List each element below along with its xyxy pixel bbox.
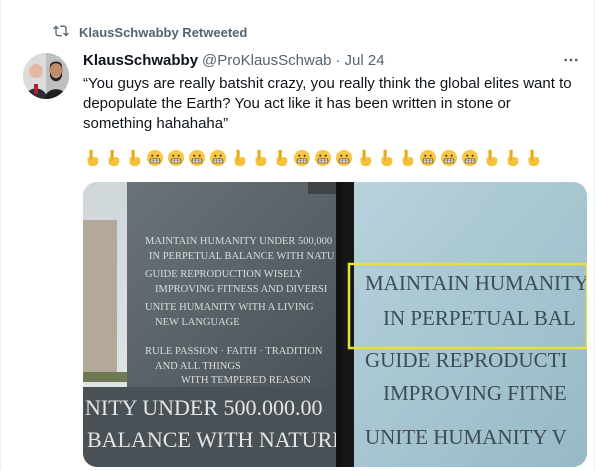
retweet-label: KlausSchwabby Retweeted [79, 24, 248, 40]
grimacing-face-icon [440, 149, 458, 167]
pointing-down-icon [234, 149, 246, 167]
right-photo: MAINTAIN HUMANITY IN PERPETUAL BAL GUIDE… [342, 182, 587, 467]
grimacing-face-icon [209, 149, 227, 167]
tweet-text: “You guys are really batshit crazy, you … [83, 75, 572, 132]
left-photo: MAINTAIN HUMANITY UNDER 500,000 IN PERPE… [83, 182, 346, 467]
pointing-down-icon [255, 149, 267, 167]
tweet-media-image[interactable]: MAINTAIN HUMANITY UNDER 500,000 IN PERPE… [83, 182, 587, 467]
more-button[interactable] [560, 49, 582, 71]
grimacing-face-icon [167, 149, 185, 167]
user-handle[interactable]: @ProKlausSchwab [202, 52, 331, 69]
right-inscription-5: UNITE HUMANITY V [365, 425, 567, 449]
grimacing-face-icon [314, 149, 332, 167]
emoji-row [83, 148, 543, 168]
left-inscription-6: NEW LANGUAGE [155, 317, 240, 328]
left-inscription-2: IN PERPETUAL BALANCE WITH NATU [149, 251, 335, 262]
tweet-timestamp[interactable]: Jul 24 [345, 52, 385, 69]
right-inscription-3: GUIDE REPRODUCTI [365, 348, 567, 372]
grimacing-face-icon [293, 149, 311, 167]
retweet-icon [53, 23, 69, 42]
grimacing-face-icon [188, 149, 206, 167]
grimacing-face-icon [419, 149, 437, 167]
pointing-down-icon [402, 149, 414, 167]
pointing-down-icon [87, 149, 99, 167]
more-icon [564, 58, 578, 62]
pointing-down-icon [507, 149, 519, 167]
left-zoom-line-2: BALANCE WITH NATURE [87, 427, 346, 452]
grimacing-face-icon [335, 149, 353, 167]
pointing-down-icon [129, 149, 141, 167]
pointing-down-icon [486, 149, 498, 167]
left-inscription-1: MAINTAIN HUMANITY UNDER 500,000 [145, 236, 332, 247]
tweet-card[interactable]: KlausSchwabby Retweeted KlausSchwabby @P… [0, 0, 595, 471]
left-zoom-line-1: NITY UNDER 500.000.00 [85, 395, 323, 420]
pointing-down-icon [108, 149, 120, 167]
right-inscription-1: MAINTAIN HUMANITY [365, 271, 587, 295]
tweet-header: KlausSchwabby @ProKlausSchwab · Jul 24 [83, 50, 578, 70]
left-inscription-3: GUIDE REPRODUCTION WISELY [145, 269, 303, 280]
left-inscription-5: UNITE HUMANITY WITH A LIVING [145, 302, 314, 313]
left-inscription-8: AND ALL THINGS [155, 361, 241, 372]
separator-dot: · [335, 51, 341, 69]
display-name[interactable]: KlausSchwabby [83, 52, 198, 69]
pointing-down-icon [276, 149, 288, 167]
left-inscription-7: RULE PASSION · FAITH · TRADITION [145, 346, 323, 357]
left-inscription-9: WITH TEMPERED REASON [181, 375, 311, 386]
grimacing-face-icon [461, 149, 479, 167]
retweet-indicator[interactable]: KlausSchwabby Retweeted [53, 22, 247, 42]
right-inscription-2: IN PERPETUAL BAL [383, 306, 576, 330]
avatar[interactable] [23, 53, 69, 99]
pointing-down-icon [360, 149, 372, 167]
pointing-down-icon [528, 149, 540, 167]
left-inscription-4: IMPROVING FITNESS AND DIVERSI [155, 284, 328, 295]
grimacing-face-icon [146, 149, 164, 167]
pointing-down-icon [381, 149, 393, 167]
right-inscription-4: IMPROVING FITNE [383, 381, 567, 405]
